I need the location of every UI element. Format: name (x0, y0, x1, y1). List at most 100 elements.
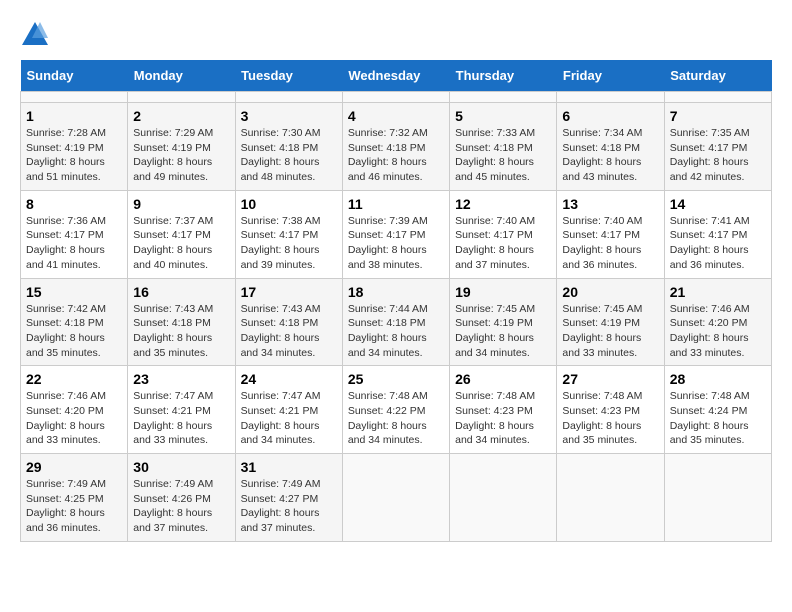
day-number: 21 (670, 284, 766, 300)
calendar-cell: 4 Sunrise: 7:32 AM Sunset: 4:18 PM Daylig… (342, 103, 449, 191)
calendar-cell (557, 92, 664, 103)
day-number: 16 (133, 284, 229, 300)
day-number: 8 (26, 196, 122, 212)
calendar-cell: 8Sunrise: 7:36 AM Sunset: 4:17 PM Daylig… (21, 190, 128, 278)
calendar-cell (557, 454, 664, 542)
calendar-cell: 6 Sunrise: 7:34 AM Sunset: 4:18 PM Daylig… (557, 103, 664, 191)
calendar-cell: 25 Sunrise: 7:48 AM Sunset: 4:22 PM Dayli… (342, 366, 449, 454)
calendar-cell: 29 Sunrise: 7:49 AM Sunset: 4:25 PM Dayli… (21, 454, 128, 542)
calendar-cell: 15 Sunrise: 7:42 AM Sunset: 4:18 PM Dayli… (21, 278, 128, 366)
day-number: 13 (562, 196, 658, 212)
day-number: 3 (241, 108, 337, 124)
day-detail: Sunrise: 7:33 AM Sunset: 4:18 PM Dayligh… (455, 126, 551, 185)
day-number: 6 (562, 108, 658, 124)
logo-icon (20, 20, 50, 50)
calendar-cell: 14 Sunrise: 7:41 AM Sunset: 4:17 PM Dayli… (664, 190, 771, 278)
day-number: 15 (26, 284, 122, 300)
day-detail: Sunrise: 7:37 AM Sunset: 4:17 PM Dayligh… (133, 214, 229, 273)
calendar-cell (342, 92, 449, 103)
calendar-week-row: 1Sunrise: 7:28 AM Sunset: 4:19 PM Daylig… (21, 103, 772, 191)
day-detail: Sunrise: 7:47 AM Sunset: 4:21 PM Dayligh… (133, 389, 229, 448)
day-number: 30 (133, 459, 229, 475)
calendar-cell: 7Sunrise: 7:35 AM Sunset: 4:17 PM Daylig… (664, 103, 771, 191)
day-number: 4 (348, 108, 444, 124)
calendar-cell (450, 92, 557, 103)
calendar-cell (21, 92, 128, 103)
day-detail: Sunrise: 7:48 AM Sunset: 4:23 PM Dayligh… (455, 389, 551, 448)
day-detail: Sunrise: 7:49 AM Sunset: 4:26 PM Dayligh… (133, 477, 229, 536)
day-detail: Sunrise: 7:46 AM Sunset: 4:20 PM Dayligh… (670, 302, 766, 361)
day-number: 12 (455, 196, 551, 212)
calendar-cell: 1Sunrise: 7:28 AM Sunset: 4:19 PM Daylig… (21, 103, 128, 191)
day-detail: Sunrise: 7:38 AM Sunset: 4:17 PM Dayligh… (241, 214, 337, 273)
day-detail: Sunrise: 7:44 AM Sunset: 4:18 PM Dayligh… (348, 302, 444, 361)
day-number: 2 (133, 108, 229, 124)
calendar-cell: 3Sunrise: 7:30 AM Sunset: 4:18 PM Daylig… (235, 103, 342, 191)
day-detail: Sunrise: 7:42 AM Sunset: 4:18 PM Dayligh… (26, 302, 122, 361)
day-header-friday: Friday (557, 60, 664, 92)
calendar-cell: 16 Sunrise: 7:43 AM Sunset: 4:18 PM Dayli… (128, 278, 235, 366)
calendar-cell: 26 Sunrise: 7:48 AM Sunset: 4:23 PM Dayli… (450, 366, 557, 454)
day-number: 22 (26, 371, 122, 387)
calendar-cell: 18 Sunrise: 7:44 AM Sunset: 4:18 PM Dayli… (342, 278, 449, 366)
calendar-cell: 24Sunrise: 7:47 AM Sunset: 4:21 PM Dayli… (235, 366, 342, 454)
day-header-wednesday: Wednesday (342, 60, 449, 92)
day-number: 26 (455, 371, 551, 387)
day-detail: Sunrise: 7:48 AM Sunset: 4:23 PM Dayligh… (562, 389, 658, 448)
day-detail: Sunrise: 7:48 AM Sunset: 4:22 PM Dayligh… (348, 389, 444, 448)
day-detail: Sunrise: 7:40 AM Sunset: 4:17 PM Dayligh… (562, 214, 658, 273)
calendar-cell (128, 92, 235, 103)
calendar-week-row: 15 Sunrise: 7:42 AM Sunset: 4:18 PM Dayli… (21, 278, 772, 366)
calendar-cell: 11Sunrise: 7:39 AM Sunset: 4:17 PM Dayli… (342, 190, 449, 278)
calendar-header-row: SundayMondayTuesdayWednesdayThursdayFrid… (21, 60, 772, 92)
day-detail: Sunrise: 7:43 AM Sunset: 4:18 PM Dayligh… (133, 302, 229, 361)
day-detail: Sunrise: 7:28 AM Sunset: 4:19 PM Dayligh… (26, 126, 122, 185)
day-number: 27 (562, 371, 658, 387)
day-detail: Sunrise: 7:29 AM Sunset: 4:19 PM Dayligh… (133, 126, 229, 185)
calendar-cell: 21 Sunrise: 7:46 AM Sunset: 4:20 PM Dayli… (664, 278, 771, 366)
calendar-cell: 5 Sunrise: 7:33 AM Sunset: 4:18 PM Daylig… (450, 103, 557, 191)
day-detail: Sunrise: 7:45 AM Sunset: 4:19 PM Dayligh… (562, 302, 658, 361)
calendar-week-row (21, 92, 772, 103)
day-header-sunday: Sunday (21, 60, 128, 92)
day-number: 17 (241, 284, 337, 300)
calendar-week-row: 8Sunrise: 7:36 AM Sunset: 4:17 PM Daylig… (21, 190, 772, 278)
day-number: 31 (241, 459, 337, 475)
day-detail: Sunrise: 7:49 AM Sunset: 4:27 PM Dayligh… (241, 477, 337, 536)
day-number: 14 (670, 196, 766, 212)
day-number: 18 (348, 284, 444, 300)
day-header-thursday: Thursday (450, 60, 557, 92)
day-detail: Sunrise: 7:40 AM Sunset: 4:17 PM Dayligh… (455, 214, 551, 273)
day-number: 29 (26, 459, 122, 475)
day-header-saturday: Saturday (664, 60, 771, 92)
calendar-cell (235, 92, 342, 103)
calendar-cell: 17Sunrise: 7:43 AM Sunset: 4:18 PM Dayli… (235, 278, 342, 366)
day-header-monday: Monday (128, 60, 235, 92)
calendar-cell (450, 454, 557, 542)
day-number: 5 (455, 108, 551, 124)
day-detail: Sunrise: 7:32 AM Sunset: 4:18 PM Dayligh… (348, 126, 444, 185)
day-number: 28 (670, 371, 766, 387)
day-detail: Sunrise: 7:34 AM Sunset: 4:18 PM Dayligh… (562, 126, 658, 185)
day-detail: Sunrise: 7:47 AM Sunset: 4:21 PM Dayligh… (241, 389, 337, 448)
calendar-cell: 30 Sunrise: 7:49 AM Sunset: 4:26 PM Dayli… (128, 454, 235, 542)
day-number: 25 (348, 371, 444, 387)
day-header-tuesday: Tuesday (235, 60, 342, 92)
calendar-week-row: 22 Sunrise: 7:46 AM Sunset: 4:20 PM Dayli… (21, 366, 772, 454)
day-detail: Sunrise: 7:48 AM Sunset: 4:24 PM Dayligh… (670, 389, 766, 448)
day-number: 20 (562, 284, 658, 300)
day-detail: Sunrise: 7:49 AM Sunset: 4:25 PM Dayligh… (26, 477, 122, 536)
day-number: 19 (455, 284, 551, 300)
page-header (20, 20, 772, 50)
calendar-cell: 20 Sunrise: 7:45 AM Sunset: 4:19 PM Dayli… (557, 278, 664, 366)
logo (20, 20, 54, 50)
calendar-cell: 9Sunrise: 7:37 AM Sunset: 4:17 PM Daylig… (128, 190, 235, 278)
calendar-cell: 23 Sunrise: 7:47 AM Sunset: 4:21 PM Dayli… (128, 366, 235, 454)
calendar-week-row: 29 Sunrise: 7:49 AM Sunset: 4:25 PM Dayli… (21, 454, 772, 542)
day-detail: Sunrise: 7:41 AM Sunset: 4:17 PM Dayligh… (670, 214, 766, 273)
day-number: 23 (133, 371, 229, 387)
calendar-cell: 22 Sunrise: 7:46 AM Sunset: 4:20 PM Dayli… (21, 366, 128, 454)
calendar-cell: 27 Sunrise: 7:48 AM Sunset: 4:23 PM Dayli… (557, 366, 664, 454)
day-detail: Sunrise: 7:45 AM Sunset: 4:19 PM Dayligh… (455, 302, 551, 361)
day-detail: Sunrise: 7:46 AM Sunset: 4:20 PM Dayligh… (26, 389, 122, 448)
